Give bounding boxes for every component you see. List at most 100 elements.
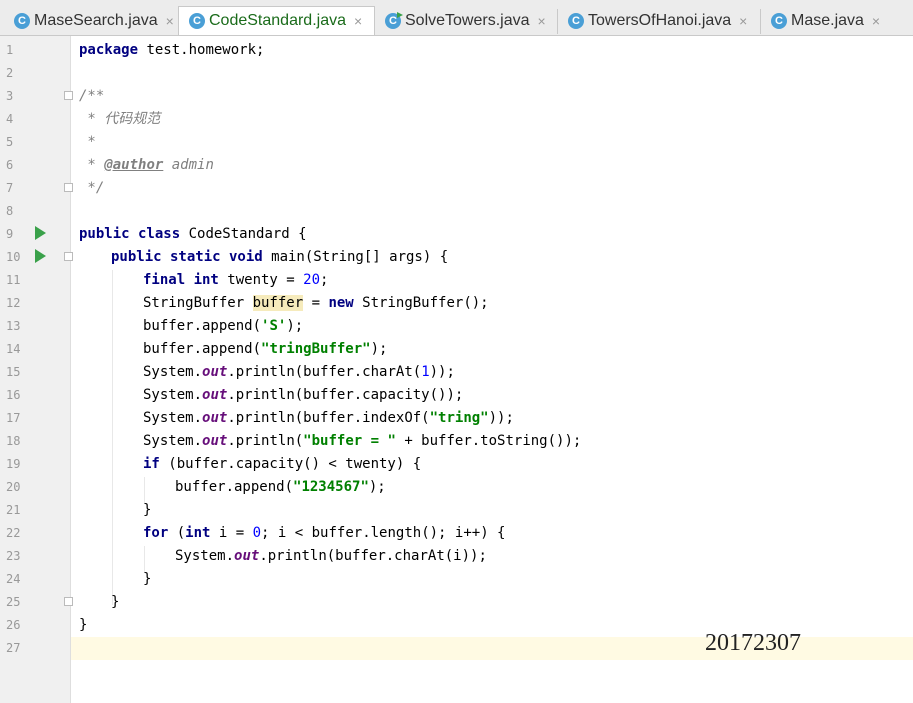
- code-text: CodeStandard {: [180, 226, 307, 242]
- code-line-4: * 代码规范: [79, 108, 160, 131]
- tab-code-standard[interactable]: C CodeStandard.java ×: [178, 6, 375, 35]
- code-text: System.: [143, 410, 203, 426]
- code-text: main(String[] args) {: [262, 249, 449, 265]
- code-text: }: [143, 502, 152, 518]
- line-number: 25: [6, 595, 21, 609]
- code-line-14: buffer.append("tringBuffer");: [143, 338, 387, 361]
- tab-label: TowersOfHanoi.java: [588, 11, 732, 29]
- string-literal: "1234567": [293, 479, 369, 495]
- fold-marker-icon[interactable]: [64, 252, 73, 261]
- line-number: 27: [6, 641, 21, 655]
- code-line-13: buffer.append('S');: [143, 315, 303, 338]
- close-icon[interactable]: ×: [872, 13, 880, 29]
- code-line-12: StringBuffer buffer = new StringBuffer()…: [143, 292, 489, 315]
- code-text: .println(buffer.charAt(i));: [259, 548, 487, 564]
- line-number: 16: [6, 388, 21, 402]
- line-number: 18: [6, 434, 21, 448]
- static-field: out: [234, 548, 260, 564]
- code-line-5: *: [79, 131, 95, 154]
- code-text: buffer.append(: [143, 318, 262, 334]
- keyword: public static void: [111, 249, 263, 265]
- line-number: 21: [6, 503, 21, 517]
- line-number: 4: [6, 112, 14, 126]
- tab-towers-of-hanoi[interactable]: C TowersOfHanoi.java ×: [558, 7, 760, 34]
- java-class-icon: C: [189, 13, 205, 29]
- tab-label: SolveTowers.java: [405, 11, 530, 29]
- line-number: 14: [6, 342, 21, 356]
- line-number: 20: [6, 480, 21, 494]
- tab-label: MaseSearch.java: [34, 11, 158, 29]
- code-text: );: [370, 341, 388, 357]
- code-text: i =: [210, 525, 253, 541]
- code-text: }: [79, 617, 88, 633]
- tab-mase[interactable]: C Mase.java ×: [761, 7, 913, 34]
- code-text: + buffer.toString());: [395, 433, 582, 449]
- code-text: .println(buffer.charAt(: [227, 364, 422, 380]
- line-number: 26: [6, 618, 21, 632]
- close-icon[interactable]: ×: [166, 13, 174, 29]
- keyword: public class: [79, 226, 181, 242]
- comment-text: * 代码规范: [79, 111, 161, 127]
- code-line-23: System.out.println(buffer.charAt(i));: [175, 545, 487, 568]
- line-number: 7: [6, 181, 14, 195]
- fold-marker-icon[interactable]: [64, 597, 73, 606]
- line-number: 1: [6, 43, 14, 57]
- code-line-25: }: [111, 591, 119, 614]
- line-number: 9: [6, 227, 14, 241]
- code-line-6: * @author admin: [79, 154, 213, 177]
- code-text: .println(buffer.indexOf(: [227, 410, 430, 426]
- code-text: StringBuffer: [143, 295, 253, 311]
- indent-guide: [112, 270, 113, 605]
- java-class-icon: C: [14, 12, 30, 29]
- code-line-1: package test.homework;: [79, 39, 264, 62]
- code-text: System.: [143, 387, 203, 403]
- code-text: System.: [143, 364, 203, 380]
- code-text: System.: [143, 433, 203, 449]
- code-text: ;: [320, 272, 329, 288]
- line-number: 13: [6, 319, 21, 333]
- code-text: .println(buffer.capacity());: [227, 387, 464, 403]
- string-literal: "buffer = ": [303, 433, 396, 449]
- code-line-7: */: [79, 177, 104, 200]
- line-number: 2: [6, 66, 14, 80]
- code-text: ));: [429, 364, 455, 380]
- run-class-icon[interactable]: [35, 226, 46, 240]
- line-number: 6: [6, 158, 14, 172]
- line-number: 17: [6, 411, 21, 425]
- javadoc-tag: @author: [104, 157, 164, 173]
- tab-solve-towers[interactable]: C SolveTowers.java ×: [375, 7, 557, 34]
- close-icon[interactable]: ×: [354, 13, 362, 29]
- run-main-icon[interactable]: [35, 249, 46, 263]
- code-text: (buffer.capacity() < twenty) {: [159, 456, 422, 472]
- tab-mase-search[interactable]: C MaseSearch.java ×: [0, 7, 178, 34]
- line-number: 11: [6, 273, 21, 287]
- code-text: .println(: [227, 433, 304, 449]
- keyword: new: [328, 295, 354, 311]
- line-number: 19: [6, 457, 21, 471]
- code-text: System.: [175, 548, 235, 564]
- highlighted-identifier: buffer: [252, 295, 304, 311]
- code-line-17: System.out.println(buffer.indexOf("tring…: [143, 407, 514, 430]
- code-text: =: [303, 295, 329, 311]
- code-text: (: [168, 525, 186, 541]
- tab-label: CodeStandard.java: [209, 12, 346, 29]
- code-line-24: }: [143, 568, 151, 591]
- close-icon[interactable]: ×: [739, 13, 747, 29]
- tab-label: Mase.java: [791, 11, 864, 29]
- code-line-21: }: [143, 499, 151, 522]
- code-line-9: public class CodeStandard {: [79, 223, 307, 246]
- string-literal: 'S': [261, 318, 287, 334]
- keyword: final int: [143, 272, 219, 288]
- line-number: 15: [6, 365, 21, 379]
- fold-marker-icon[interactable]: [64, 183, 73, 192]
- code-line-19: if (buffer.capacity() < twenty) {: [143, 453, 421, 476]
- code-line-22: for (int i = 0; i < buffer.length(); i++…: [143, 522, 505, 545]
- close-icon[interactable]: ×: [538, 13, 546, 29]
- code-line-16: System.out.println(buffer.capacity());: [143, 384, 463, 407]
- code-text: twenty =: [218, 272, 304, 288]
- line-number: 8: [6, 204, 14, 218]
- code-text: }: [111, 594, 120, 610]
- code-line-3: /**: [79, 85, 104, 108]
- code-text: StringBuffer();: [353, 295, 489, 311]
- fold-marker-icon[interactable]: [64, 91, 73, 100]
